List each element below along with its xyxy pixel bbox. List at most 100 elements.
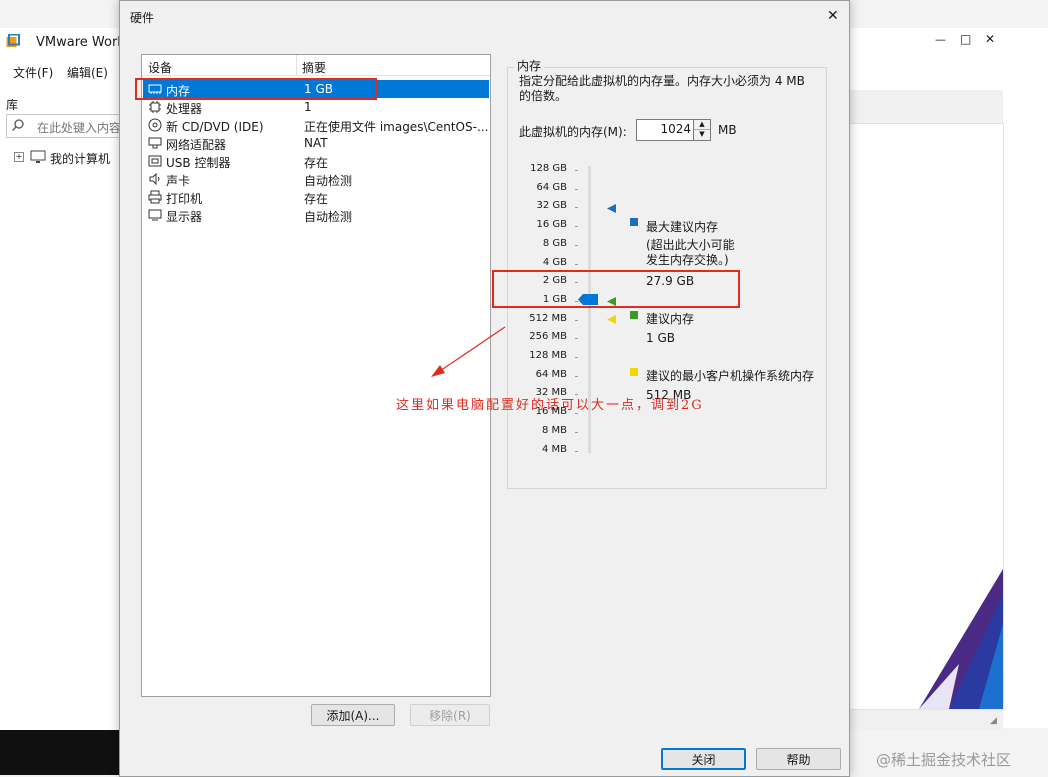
device-summary: 存在	[304, 192, 329, 206]
device-summary: 自动检测	[304, 174, 353, 188]
memory-scale-label: 4 GB	[542, 256, 567, 268]
device-row-network[interactable]: 网络适配器 NAT	[143, 134, 489, 152]
memory-scale-tick	[575, 226, 578, 228]
dialog-title: 硬件	[130, 11, 155, 25]
memory-size-unit: MB	[718, 123, 737, 137]
expand-icon[interactable]: +	[14, 152, 24, 162]
tree-item-label: 我的计算机	[50, 152, 111, 166]
memory-scale-tick	[575, 450, 578, 452]
usb-controller-icon	[148, 154, 162, 168]
tree-item-my-computer[interactable]: + 我的计算机	[12, 148, 122, 166]
device-row-sound[interactable]: 声卡 自动检测	[143, 170, 489, 188]
maximize-button[interactable]: □	[960, 32, 971, 46]
device-row-usb[interactable]: USB 控制器 存在	[143, 152, 489, 170]
device-summary: 存在	[304, 156, 329, 170]
memory-scale-label: 16 GB	[536, 219, 567, 231]
device-row-cd-dvd[interactable]: 新 CD/DVD (IDE) 正在使用文件 images\CentOS-...	[143, 116, 489, 134]
vmware-logo-icon	[6, 33, 20, 48]
memory-scale-tick	[575, 394, 578, 396]
memory-scale-tick	[575, 188, 578, 190]
memory-scale-tick	[575, 431, 578, 433]
memory-row-highlight	[135, 78, 377, 100]
device-summary: 正在使用文件 images\CentOS-...	[304, 120, 489, 134]
memory-scale-label: 128 GB	[530, 163, 567, 174]
app-title: VMware Work	[36, 35, 125, 50]
memory-size-input[interactable]: 1024	[636, 119, 696, 141]
help-button[interactable]: 帮助	[756, 748, 841, 770]
library-search-input[interactable]: 在此处键入内容	[6, 114, 124, 138]
memory-scale-tick	[575, 207, 578, 209]
memory-group-label: 内存	[514, 57, 545, 74]
memory-scale-label: 8 MB	[541, 424, 567, 436]
minimum-marker	[607, 313, 616, 324]
library-label: 库	[6, 98, 19, 112]
network-adapter-icon	[148, 136, 162, 150]
device-row-printer[interactable]: 打印机 存在	[143, 188, 489, 206]
display-icon	[148, 208, 162, 222]
memory-scale-label: 2 GB	[542, 275, 567, 287]
max-recommended-swatch	[630, 218, 638, 226]
memory-scale-label: 64 MB	[535, 368, 567, 380]
memory-scale-label: 32 GB	[536, 200, 567, 212]
remove-device-button[interactable]: 移除(R)	[410, 704, 490, 726]
memory-scale-tick	[575, 244, 578, 246]
stepper-down-icon[interactable]: ▼	[694, 130, 710, 139]
cd-dvd-icon	[148, 118, 162, 132]
add-device-button[interactable]: 添加(A)...	[311, 704, 395, 726]
memory-scale-label: 1 GB	[542, 293, 567, 305]
memory-scale-tick	[575, 263, 578, 265]
memory-description: 指定分配给此虚拟机的内存量。内存大小必须为 4 MB 的倍数。	[519, 74, 805, 103]
device-name: 打印机	[166, 192, 203, 206]
device-row-display[interactable]: 显示器 自动检测	[143, 206, 489, 224]
computer-icon	[30, 150, 46, 167]
background-window-right	[1003, 28, 1048, 728]
memory-scale-label: 16 MB	[535, 406, 567, 418]
close-window-button[interactable]: ✕	[985, 32, 995, 46]
close-dialog-button[interactable]: 关闭	[661, 748, 746, 770]
header-summary[interactable]: 摘要	[302, 59, 326, 76]
hardware-dialog: 硬件 ✕ 设备 摘要 内存 1 GB 处理器 1 新 CD/DVD (IDE) …	[119, 0, 850, 777]
status-strip	[0, 730, 122, 775]
annotation-arrow	[431, 326, 506, 377]
home-tab-background	[848, 123, 1004, 710]
memory-scale-label: 128 MB	[529, 350, 567, 361]
memory-size-label: 此虚拟机的内存(M):	[519, 125, 627, 139]
memory-scale-tick	[575, 170, 578, 171]
device-name: 处理器	[166, 102, 203, 116]
device-summary: NAT	[304, 136, 328, 150]
dialog-close-button[interactable]: ✕	[827, 8, 839, 24]
device-name: 声卡	[166, 174, 191, 188]
device-name: 网络适配器	[166, 138, 227, 152]
decorative-graphic	[919, 569, 1003, 709]
menu-file[interactable]: 文件(F)	[13, 64, 53, 81]
stepper-up-icon[interactable]: ▲	[694, 120, 710, 130]
device-name: USB 控制器	[166, 156, 231, 170]
header-device[interactable]: 设备	[148, 59, 172, 76]
sound-card-icon	[148, 172, 162, 186]
memory-scale-label: 32 MB	[535, 387, 567, 399]
device-row-processor[interactable]: 处理器 1	[143, 98, 489, 116]
memory-scale-label: 4 MB	[541, 443, 567, 455]
menu-edit[interactable]: 编辑(E)	[67, 64, 108, 81]
device-name: 显示器	[166, 210, 203, 224]
memory-size-stepper[interactable]: ▲ ▼	[693, 119, 711, 141]
memory-scale-label: 64 GB	[536, 181, 567, 193]
resize-grip-icon[interactable]: ◢	[990, 716, 997, 726]
search-placeholder: 在此处键入内容	[37, 121, 122, 135]
recommended-swatch	[630, 311, 638, 319]
minimum-title: 建议的最小客户机操作系统内存	[646, 369, 815, 383]
minimum-swatch	[630, 368, 638, 376]
memory-scale-tick	[575, 375, 578, 377]
device-summary: 自动检测	[304, 210, 353, 224]
memory-scale-tick	[575, 357, 578, 358]
device-summary: 1	[304, 100, 312, 114]
minimize-button[interactable]: —	[935, 33, 946, 46]
cpu-icon	[148, 100, 162, 114]
memory-size-value: 1024	[660, 122, 691, 136]
recommended-value: 1 GB	[646, 331, 675, 345]
watermark: @稀土掘金技术社区	[876, 751, 1012, 769]
memory-scale-label: 8 GB	[542, 237, 567, 249]
search-icon	[11, 118, 25, 135]
device-list-header: 设备 摘要	[142, 55, 490, 76]
printer-icon	[148, 190, 162, 204]
